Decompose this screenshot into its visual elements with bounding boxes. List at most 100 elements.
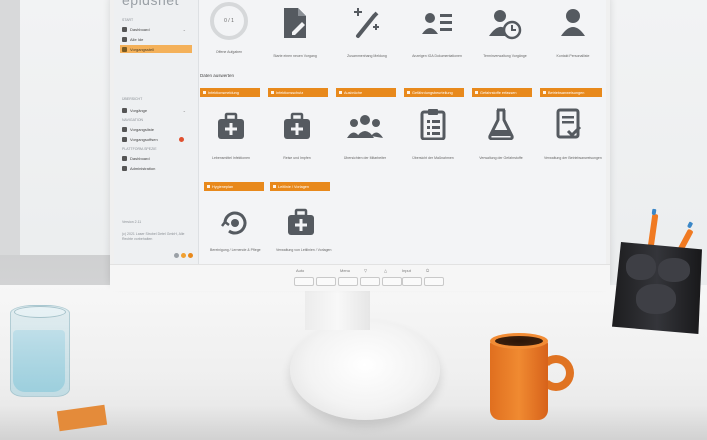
tile-neuer-vorgang[interactable]: Starte einen neuen Vorgang [270, 6, 320, 58]
chip-infektionsmeldung[interactable]: Infektionsmeldung [200, 88, 260, 97]
monitor-up-button[interactable] [382, 277, 402, 286]
chip-label: Infektionsmeldung [208, 90, 239, 95]
sidebar-version: Version 2.11 [122, 220, 142, 224]
status-dot[interactable] [174, 253, 179, 258]
sidebar-item-label: Vorgangsliste [130, 126, 155, 132]
chip-label: Gefährdungsbeurteilung [412, 90, 453, 95]
calendar-icon [122, 26, 127, 32]
monitor-power-button[interactable] [424, 277, 444, 286]
grid-icon [273, 185, 276, 188]
progress-ring-value: 0 / 1 [224, 18, 234, 24]
sidebar-copyright: (c) 2021 Laser Strobel Detel GmbH, Alle … [122, 232, 185, 241]
medkit-icon [288, 208, 314, 235]
tile-offene-aufgaben[interactable]: 0 / 1 Offene Aufgaben [204, 2, 254, 54]
wand-icon [354, 8, 379, 38]
monitor-btn-label: Auto [296, 268, 305, 273]
sidebar-item-alle[interactable]: Alle Ide [120, 35, 192, 43]
section-title: Daten auswerten [200, 73, 235, 78]
sidebar-item-label: Vorgänge [130, 107, 148, 113]
glass-rim [14, 306, 66, 318]
sidebar-item-dashboard-2[interactable]: Dashboard [120, 154, 192, 162]
sidebar-item-label: Administration [130, 165, 156, 171]
monitor-btn-label: △ [384, 268, 388, 273]
tile-label: Anzeigen IGA Dokumentationen [412, 54, 462, 58]
monitor-bezel: Auto Menu ▽ △ Input ⏻ [110, 264, 610, 291]
monitor-menu-button[interactable] [338, 277, 358, 286]
chevron-down-icon: ⌄ [182, 26, 186, 32]
users-icon [122, 165, 127, 171]
tile-label: Zusammenhang Meldung [347, 54, 387, 58]
person-clock-icon [489, 10, 522, 40]
grid-icon [475, 91, 478, 94]
tile-label: Übersicht der Maßnahmen [412, 156, 454, 160]
refresh-gear-icon [221, 211, 247, 235]
edit-document-icon [284, 8, 306, 38]
grid-icon [203, 91, 206, 94]
status-dot[interactable] [188, 253, 193, 258]
sidebar-item-vorgangsstell[interactable]: Vorgangsstell [120, 45, 192, 53]
chip-hygieneplan[interactable]: Hygieneplan [204, 182, 264, 191]
monitor-screen: epidsnet START Dashboard ⌄ Alle Ide Vorg… [114, 0, 606, 264]
chevron-down-icon: ⌄ [182, 107, 186, 113]
tile-label: Bereinigung / Lernende & Pflege [210, 248, 261, 252]
document-check-icon [556, 108, 582, 139]
monitor-down-button[interactable] [360, 277, 380, 286]
chip-infektionsschutz[interactable]: Infektionsschutz [268, 88, 328, 97]
tile-reise-impfen[interactable]: Reise und Impfen [272, 112, 322, 160]
tile-label: Übersichten der Mitarbeiter [343, 156, 387, 160]
person-icon [561, 9, 585, 36]
sidebar-status-dots [174, 253, 193, 258]
chip-label: Betriebsanweisungen [548, 90, 585, 95]
tile-terminverwaltung[interactable]: Terminverwaltung Vorgänge [480, 6, 530, 58]
sidebar-item-label: Alle Ide [130, 36, 144, 42]
monitor-button[interactable] [316, 277, 336, 286]
tile-lebensmittel[interactable]: Lebensmittel Infektionen [206, 112, 256, 160]
grid-icon [271, 91, 274, 94]
tile-massnahmen[interactable]: Übersicht der Maßnahmen [408, 108, 458, 160]
grid-icon [339, 91, 342, 94]
tile-betriebsanweisungen[interactable]: Verwaltung der Betriebsanweisungen [544, 108, 602, 160]
tile-label: Reise und Impfen [283, 156, 311, 160]
tile-meldung[interactable]: Zusammenhang Meldung [342, 6, 392, 58]
tile-label: Terminverwaltung Vorgänge [483, 54, 527, 58]
tile-bereinigung[interactable]: Bereinigung / Lernende & Pflege [210, 208, 261, 252]
tile-iga-dokumentationen[interactable]: Anzeigen IGA Dokumentationen [412, 6, 462, 58]
sidebar-item-label: Vorgangsoffsen [130, 136, 158, 142]
sidebar-item-vorgangsoffsen[interactable]: Vorgangsoffsen [120, 135, 192, 143]
tile-gefahrstoffe[interactable]: Verwaltung der Gefahrstoffe [476, 108, 526, 160]
monitor-stand-base [290, 320, 440, 420]
chip-ausbrueche[interactable]: Ausbrüche [336, 88, 396, 97]
tile-label: Verwaltung von Leitlinien / Vorlagen [276, 248, 332, 252]
chip-label: Infektionsschutz [276, 90, 304, 95]
chip-label: Leitlinie / Vorlagen [278, 184, 310, 189]
sidebar-item-dashboard[interactable]: Dashboard ⌄ [120, 25, 192, 33]
chip-gefahrstoffe[interactable]: Gefahrstoffe erfassen [472, 88, 532, 97]
app-brand-logo: epidsnet [122, 0, 179, 8]
monitor-btn-label: Menu [340, 268, 351, 273]
person-list-icon [422, 13, 452, 34]
sidebar-item-administration[interactable]: Administration [120, 164, 192, 172]
main-content: 0 / 1 Offene Aufgaben Starte einen neuen… [200, 0, 604, 264]
status-dot[interactable] [181, 253, 186, 258]
tile-label: Lebensmittel Infektionen [212, 156, 250, 160]
tile-label: Verwaltung der Gefahrstoffe [479, 156, 523, 160]
chip-leitlinie[interactable]: Leitlinie / Vorlagen [270, 182, 330, 191]
folder-icon [122, 107, 127, 113]
chip-gefaehrdungsbeurteilung[interactable]: Gefährdungsbeurteilung [404, 88, 464, 97]
grid-icon [207, 185, 210, 188]
chip-betriebsanweisungen[interactable]: Betriebsanweisungen [540, 88, 602, 97]
tile-mitarbeiter[interactable]: Übersichten der Mitarbeiter [340, 112, 390, 160]
monitor-auto-button[interactable] [294, 277, 314, 286]
grid-icon [122, 36, 127, 42]
sidebar-item-vorgange[interactable]: Vorgänge ⌄ [120, 106, 192, 114]
sidebar-section-ubersicht: ÜBERSICHT [122, 97, 143, 101]
monitor-input-button[interactable] [402, 277, 422, 286]
tile-label: Starte einen neuen Vorgang [273, 54, 317, 58]
tile-personalliste[interactable]: Kontakt Personalliste [548, 6, 598, 58]
chip-label: Hygieneplan [212, 184, 234, 189]
tile-leitlinien-vorlagen[interactable]: Verwaltung von Leitlinien / Vorlagen [276, 208, 332, 252]
sidebar-item-vorgangsliste[interactable]: Vorgangsliste [120, 125, 192, 133]
monitor-btn-label: ⏻ [426, 268, 430, 273]
medkit-icon [218, 112, 244, 139]
flask-icon [488, 108, 514, 140]
